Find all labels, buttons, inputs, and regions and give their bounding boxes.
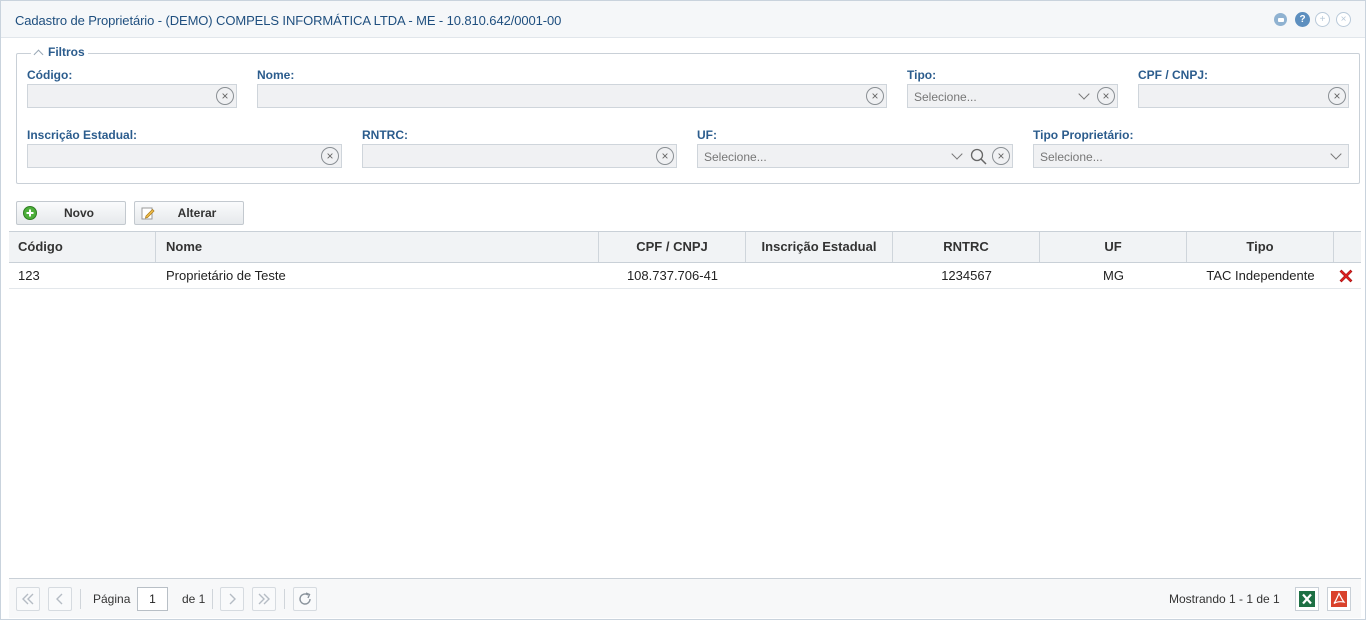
tipo-proprietario-label: Tipo Proprietário: [1033,128,1134,142]
cell-uf: MG [1103,268,1124,283]
rntrc-field-box: × [362,144,677,168]
cpf-cnpj-input[interactable] [1139,85,1348,107]
chevron-right-icon [229,593,236,605]
column-header-uf[interactable]: UF [1040,232,1187,262]
tipo-label: Tipo: [907,68,937,82]
add-icon [23,206,37,220]
close-icon[interactable]: × [1336,12,1351,27]
table-row[interactable]: 123 Proprietário de Teste 108.737.706-41… [9,263,1361,289]
pdf-icon [1331,591,1347,607]
cell-nome: Proprietário de Teste [166,268,286,283]
clear-icon[interactable]: × [866,87,884,105]
clear-icon[interactable]: × [1328,87,1346,105]
inscricao-estadual-field-box: × [27,144,342,168]
tipo-selected-value: Selecione... [914,90,977,104]
rntrc-input[interactable] [363,145,676,167]
nome-field-box: × [257,84,887,108]
pager: Página 1 de 1 Mostrando 1 - 1 de 1 [9,578,1361,618]
refresh-icon [299,592,311,605]
column-header-tipo[interactable]: Tipo [1187,232,1334,262]
first-page-icon [22,593,34,605]
column-header-inscricao-estadual[interactable]: Inscrição Estadual [746,232,893,262]
next-page-button[interactable] [220,587,244,611]
rntrc-label: RNTRC: [362,128,408,142]
grid-header: Código Nome CPF / CNPJ Inscrição Estadua… [9,232,1361,263]
column-header-codigo[interactable]: Código [9,232,156,262]
tipo-select[interactable]: Selecione... × [907,84,1118,108]
chevron-down-icon[interactable] [1330,148,1342,160]
filters-legend-label: Filtros [48,45,85,59]
window: Cadastro de Proprietário - (DEMO) COMPEL… [0,0,1366,620]
pager-status: Mostrando 1 - 1 de 1 [1169,592,1280,606]
column-header-cpf-cnpj[interactable]: CPF / CNPJ [599,232,746,262]
chevron-up-icon [33,49,44,59]
prev-page-button[interactable] [48,587,72,611]
page-number-input[interactable]: 1 [137,587,168,611]
cell-cpf-cnpj: 108.737.706-41 [626,268,719,283]
codigo-input[interactable] [28,85,236,107]
clear-icon[interactable]: × [321,147,339,165]
pager-separator [284,589,285,609]
pager-separator [212,589,213,609]
minimize-icon[interactable] [1274,13,1287,26]
column-header-rntrc[interactable]: RNTRC [893,232,1040,262]
tipo-proprietario-selected-value: Selecione... [1040,150,1103,164]
clear-icon[interactable]: × [216,87,234,105]
chevron-down-icon[interactable] [1078,88,1090,100]
cell-codigo: 123 [18,268,40,283]
cell-tipo: TAC Independente [1206,268,1315,283]
page-label: Página [93,592,131,606]
maximize-icon[interactable]: + [1315,12,1330,27]
codigo-field-box: × [27,84,237,108]
pager-separator [80,589,81,609]
excel-icon [1299,591,1315,607]
first-page-button[interactable] [16,587,40,611]
cell-rntrc: 1234567 [941,268,992,283]
alterar-button[interactable]: Alterar [134,201,244,225]
clear-icon[interactable]: × [1097,87,1115,105]
last-page-icon [258,593,270,605]
page-count-label: de 1 [182,592,206,606]
last-page-button[interactable] [252,587,276,611]
novo-button[interactable]: Novo [16,201,126,225]
inscricao-estadual-label: Inscrição Estadual: [27,128,138,142]
export-pdf-button[interactable] [1327,587,1351,611]
title-bar: Cadastro de Proprietário - (DEMO) COMPEL… [1,1,1365,38]
cell-inscricao-estadual [746,263,893,289]
uf-label: UF: [697,128,717,142]
nome-input[interactable] [258,85,886,107]
filters-legend[interactable]: Filtros [31,45,88,59]
nome-label: Nome: [257,68,295,82]
proprietarios-grid: Código Nome CPF / CNPJ Inscrição Estadua… [9,231,1361,577]
clear-icon[interactable]: × [656,147,674,165]
search-icon[interactable] [970,148,987,165]
uf-select[interactable]: Selecione... × [697,144,1013,168]
edit-icon [141,207,155,220]
tipo-proprietario-select[interactable]: Selecione... [1033,144,1349,168]
clear-icon[interactable]: × [992,147,1010,165]
chevron-down-icon[interactable] [951,148,963,160]
export-excel-button[interactable] [1295,587,1319,611]
cpf-cnpj-label: CPF / CNPJ: [1138,68,1209,82]
help-icon[interactable]: ? [1295,12,1310,27]
cpf-cnpj-field-box: × [1138,84,1349,108]
inscricao-estadual-input[interactable] [28,145,341,167]
column-header-nome[interactable]: Nome [156,232,599,262]
chevron-left-icon [56,593,63,605]
delete-icon[interactable] [1338,268,1354,284]
refresh-button[interactable] [293,587,317,611]
window-title: Cadastro de Proprietário - (DEMO) COMPEL… [15,13,562,28]
codigo-label: Código: [27,68,73,82]
uf-selected-value: Selecione... [704,150,767,164]
